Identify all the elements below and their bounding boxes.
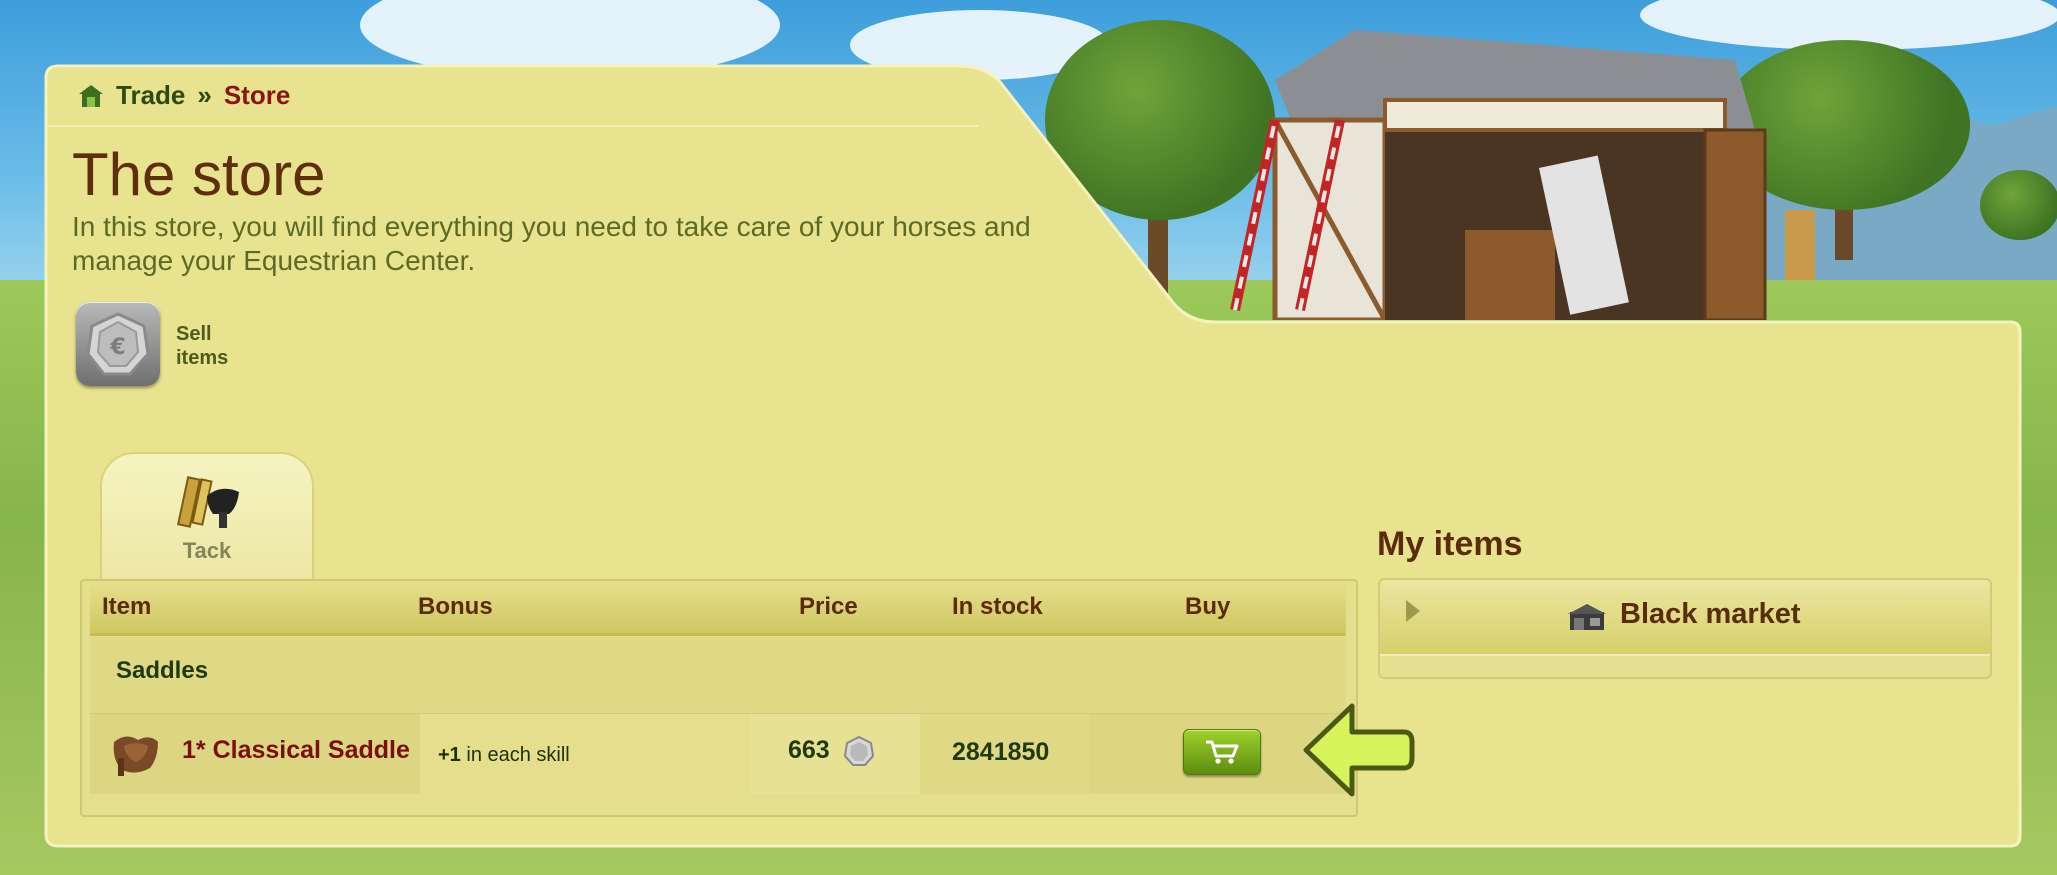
black-market-icon [1568,604,1606,630]
category-label: Saddles [116,657,209,684]
price-cell: 663 [750,714,920,794]
breadcrumb: Trade » Store [78,80,290,111]
sell-items-button[interactable]: € [76,302,160,386]
breadcrumb-separator: » [197,80,212,110]
table-header: Item Bonus Price In stock Buy [90,581,1346,636]
bonus-value: +1 [438,744,461,766]
column-header-buy: Buy [1185,593,1231,620]
page-title: The store [72,141,326,208]
buy-button[interactable] [1183,729,1261,775]
item-stock: 2841850 [952,738,1050,766]
home-icon[interactable] [78,83,104,109]
item-name-link[interactable]: 1* Classical Saddle [182,736,410,765]
table-row: 1* Classical Saddle +1 in each skill 663… [90,714,1346,794]
tab-tack-label: Tack [182,538,232,563]
breadcrumb-divider [48,125,978,127]
bonus-text: in each skill [466,744,570,766]
expand-chevron-icon[interactable] [1406,600,1420,622]
item-bonus: +1 in each skill [438,744,570,767]
sell-items-label[interactable]: Sell items [176,322,256,370]
black-market-label: Black market [1620,598,1801,630]
item-price: 663 [788,736,830,764]
equus-coin-icon [843,735,875,766]
category-row-saddles: Saddles [90,637,1346,714]
tab-tack[interactable]: Tack [100,452,314,581]
store-panel: Trade » Store The store In this store, y… [0,0,2057,875]
breadcrumb-current: Store [223,80,291,110]
black-market-header[interactable]: Black market [1380,580,1990,656]
stock-cell: 2841850 [920,714,1090,794]
column-header-bonus: Bonus [418,593,493,620]
page-description: In this store, you will find everything … [72,211,1031,276]
saddle-icon [113,736,158,776]
column-header-stock: In stock [952,593,1043,620]
coin-icon: € [86,312,150,376]
column-header-price: Price [799,593,858,620]
item-cell: 1* Classical Saddle [90,714,420,794]
svg-text:€: € [109,335,125,360]
tack-icon [177,476,239,528]
my-items-title: My items [1377,525,1523,563]
bonus-cell: +1 in each skill [420,714,750,794]
pointer-arrow-icon [1303,703,1415,797]
cart-icon [1206,740,1239,764]
breadcrumb-trade-link[interactable]: Trade [116,80,185,111]
store-table: Item Bonus Price In stock Buy Saddles 1*… [80,579,1358,817]
my-items-panel: Black market [1378,578,1992,679]
column-header-item: Item [102,593,152,620]
